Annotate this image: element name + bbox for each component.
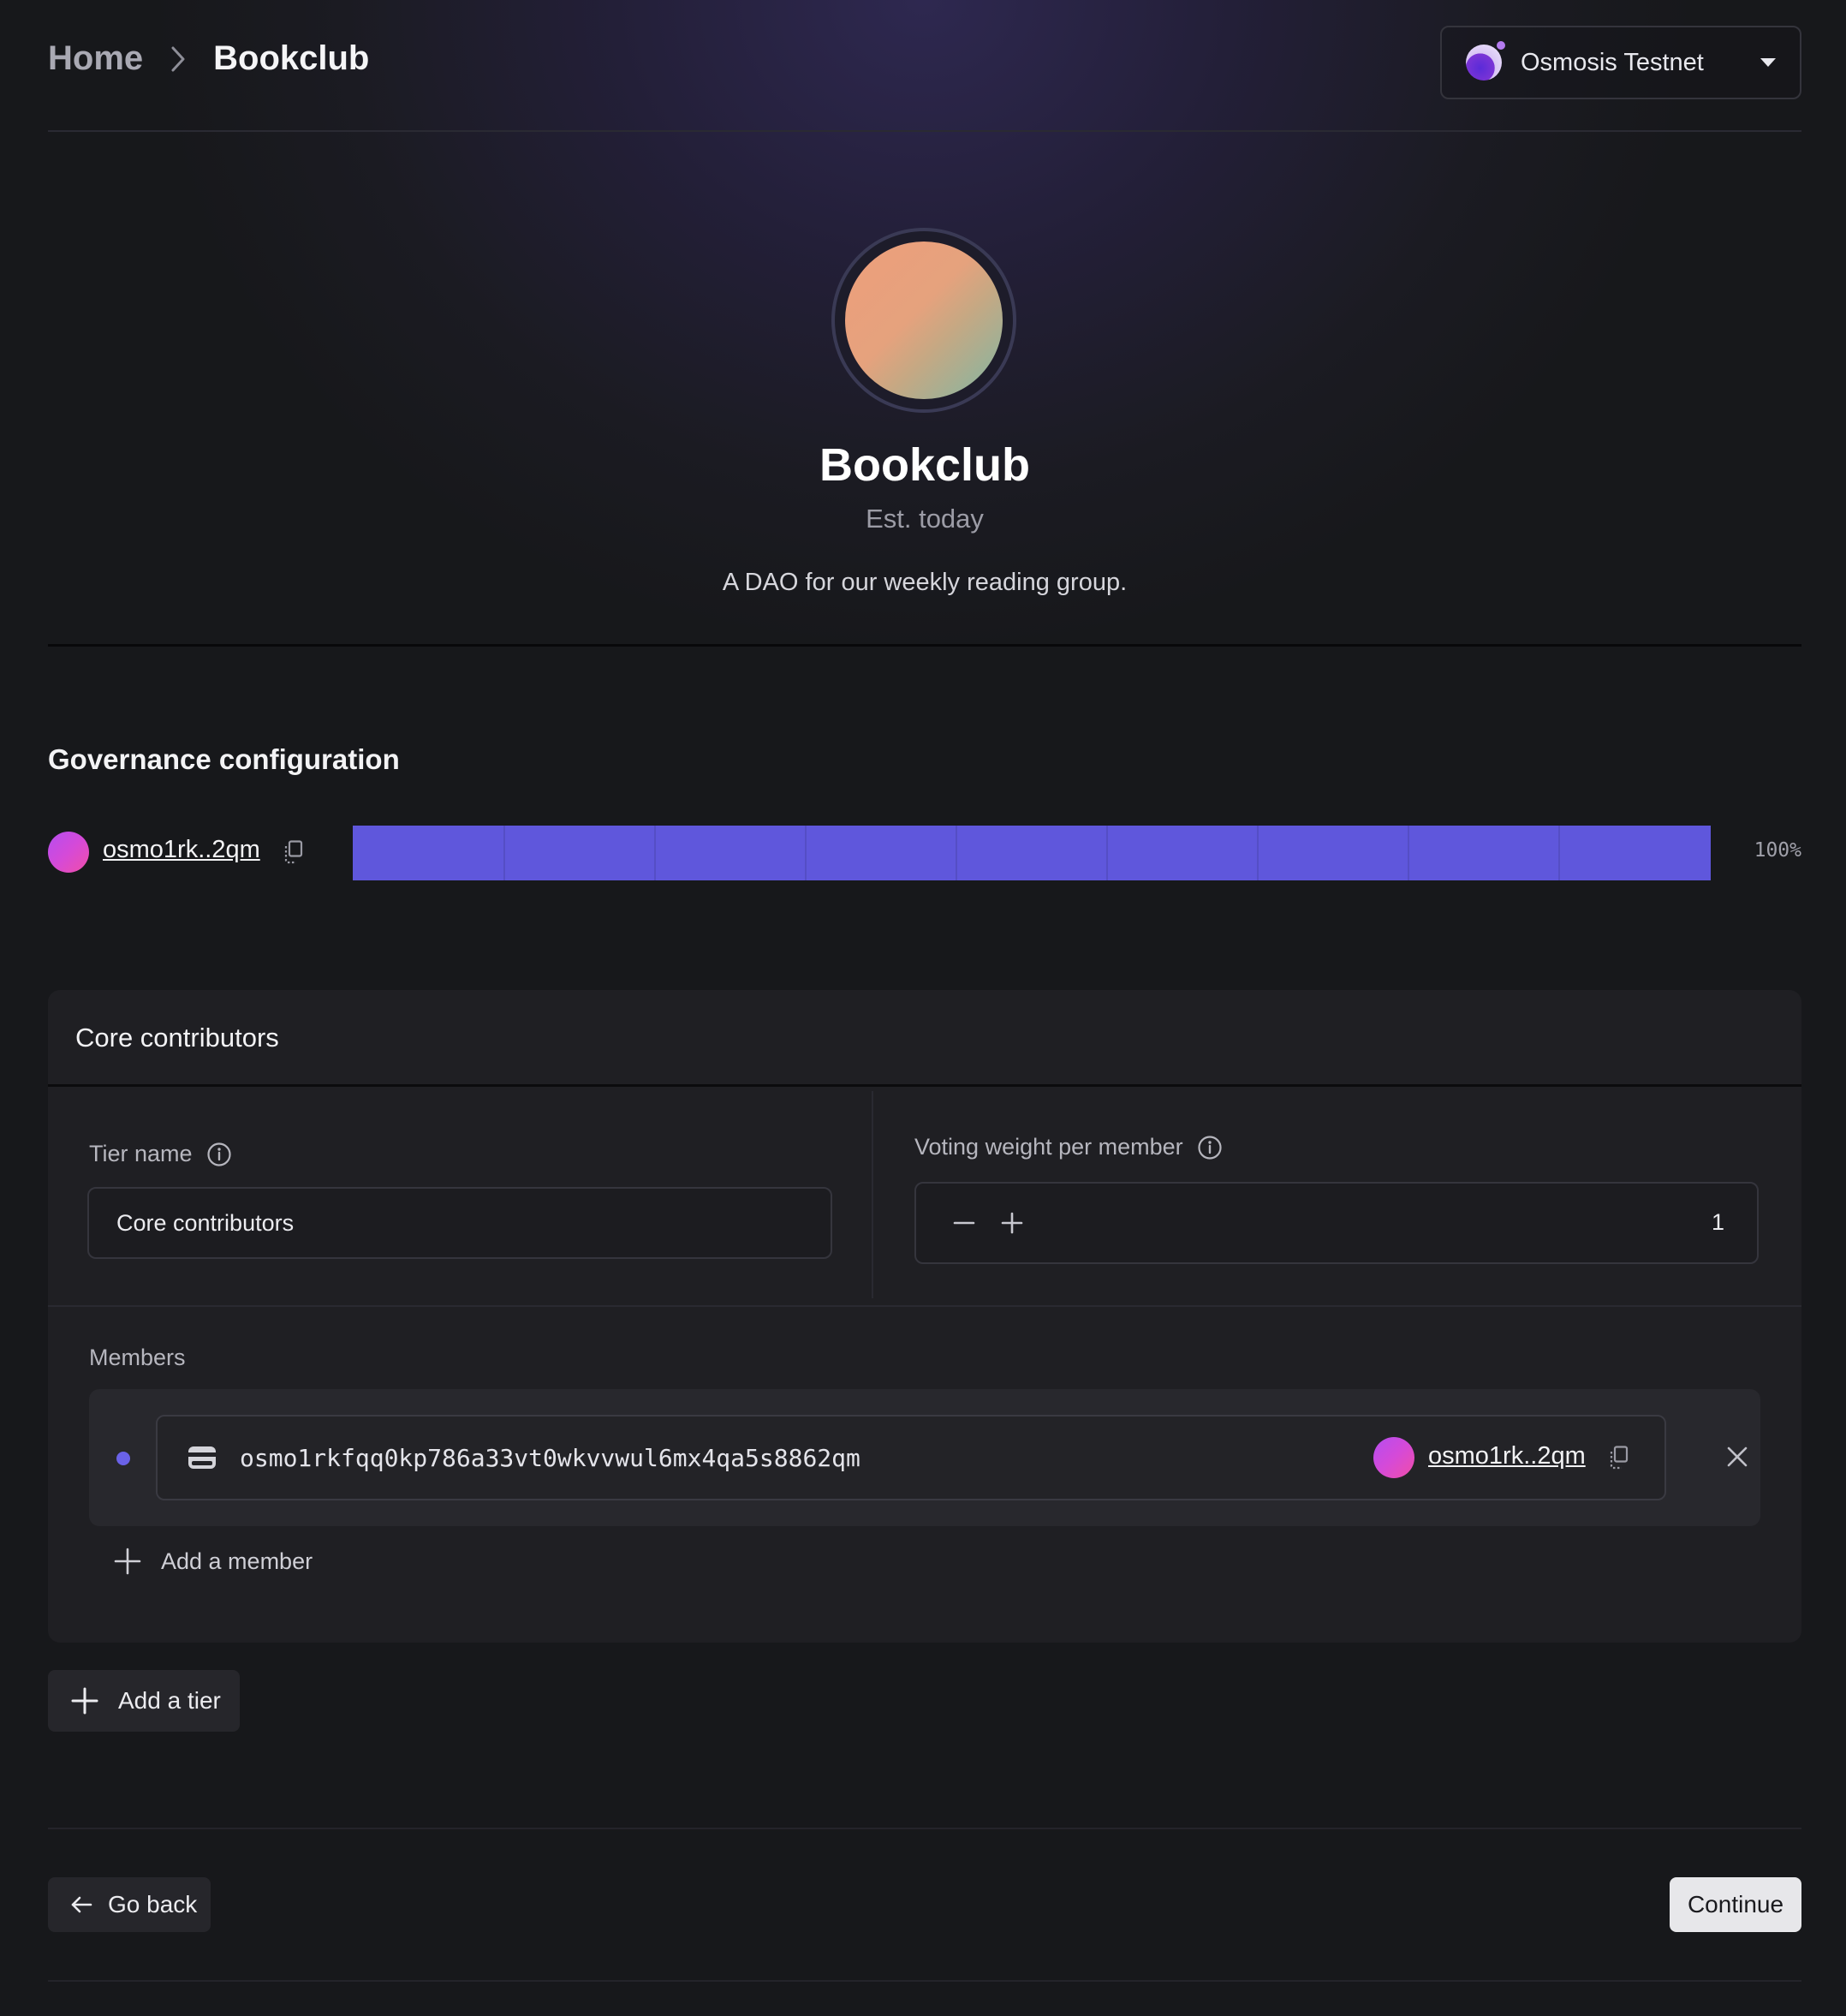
plus-icon[interactable] (997, 1208, 1027, 1238)
footer-divider (48, 1980, 1801, 1982)
tier-card-title: Core contributors (75, 1023, 279, 1053)
members-label: Members (89, 1345, 186, 1370)
add-tier-button[interactable]: Add a tier (48, 1670, 240, 1732)
voting-weight-value: 1 (1711, 1209, 1724, 1235)
tier-card: Core contributors Tier name Core contrib… (48, 990, 1801, 1643)
go-back-button[interactable]: Go back (48, 1877, 211, 1932)
member-avatar (48, 832, 89, 873)
member-address-link[interactable]: osmo1rk..2qm (1428, 1442, 1586, 1470)
page: Home Bookclub Osmosis Testnet Bookclub E… (48, 0, 1801, 2016)
footer-divider (48, 1828, 1801, 1829)
voting-weight-label: Voting weight per member (914, 1134, 1223, 1160)
dao-avatar (845, 242, 1003, 399)
voting-power-bar-fill (353, 826, 1711, 880)
column-divider (872, 1091, 873, 1298)
osmosis-logo-icon (1466, 41, 1505, 81)
member-avatar (1373, 1437, 1414, 1478)
bar-gridline (956, 826, 957, 880)
tier-name-label-text: Tier name (89, 1141, 193, 1166)
section-divider (48, 644, 1801, 647)
arrow-left-icon (71, 1896, 92, 1913)
dao-description: A DAO for our weekly reading group. (722, 569, 1128, 596)
dao-name: Bookclub (819, 439, 1030, 491)
top-bar: Home Bookclub Osmosis Testnet (48, 0, 1801, 132)
minus-icon[interactable] (949, 1208, 980, 1238)
tier-name-label: Tier name (89, 1141, 232, 1167)
plus-icon (71, 1687, 98, 1715)
bar-gridline (1408, 826, 1409, 880)
plus-icon (114, 1548, 141, 1575)
info-icon[interactable] (206, 1142, 232, 1167)
wallet-icon (188, 1446, 216, 1469)
voting-power-bar (353, 826, 1711, 880)
add-member-button[interactable]: Add a member (113, 1547, 313, 1576)
governance-row: osmo1rk..2qm 100% (48, 824, 1801, 880)
member-address-input[interactable]: osmo1rkfqq0kp786a33vt0wkvvwul6mx4qa5s886… (156, 1415, 1666, 1500)
info-icon[interactable] (1197, 1135, 1223, 1160)
bar-gridline (654, 826, 656, 880)
member-status-dot (116, 1452, 130, 1465)
copy-icon[interactable] (283, 840, 305, 864)
dao-established-date: Est. today (866, 504, 984, 534)
caret-down-icon (1760, 58, 1776, 67)
governance-title: Governance configuration (48, 743, 400, 775)
bar-gridline (1106, 826, 1108, 880)
tier-name-input[interactable]: Core contributors (87, 1187, 832, 1259)
chain-selector-label: Osmosis Testnet (1521, 48, 1704, 76)
voting-weight-stepper[interactable]: 1 (914, 1182, 1759, 1264)
voting-weight-label-text: Voting weight per member (914, 1134, 1183, 1160)
member-address-text: osmo1rkfqq0kp786a33vt0wkvvwul6mx4qa5s886… (240, 1444, 860, 1472)
section-divider (48, 1305, 1801, 1307)
add-member-label: Add a member (161, 1548, 313, 1574)
breadcrumb: Home Bookclub (48, 39, 369, 78)
bar-gridline (1257, 826, 1259, 880)
bar-gridline (805, 826, 807, 880)
chain-selector[interactable]: Osmosis Testnet (1440, 26, 1801, 99)
governance-address-link[interactable]: osmo1rk..2qm (103, 836, 260, 864)
voting-power-percent: 100% (1754, 839, 1801, 862)
tier-card-header: Core contributors (48, 990, 1801, 1087)
copy-icon[interactable] (1608, 1446, 1630, 1470)
breadcrumb-current: Bookclub (213, 39, 370, 77)
chevron-right-icon (155, 42, 201, 76)
add-tier-label: Add a tier (118, 1687, 221, 1714)
bar-gridline (503, 826, 505, 880)
breadcrumb-home-link[interactable]: Home (48, 39, 143, 78)
bar-gridline (1558, 826, 1560, 880)
go-back-label: Go back (108, 1891, 198, 1918)
continue-button[interactable]: Continue (1670, 1877, 1801, 1932)
dao-avatar-frame (831, 228, 1016, 413)
member-row: osmo1rkfqq0kp786a33vt0wkvvwul6mx4qa5s886… (89, 1389, 1760, 1526)
close-icon[interactable] (1724, 1444, 1750, 1470)
